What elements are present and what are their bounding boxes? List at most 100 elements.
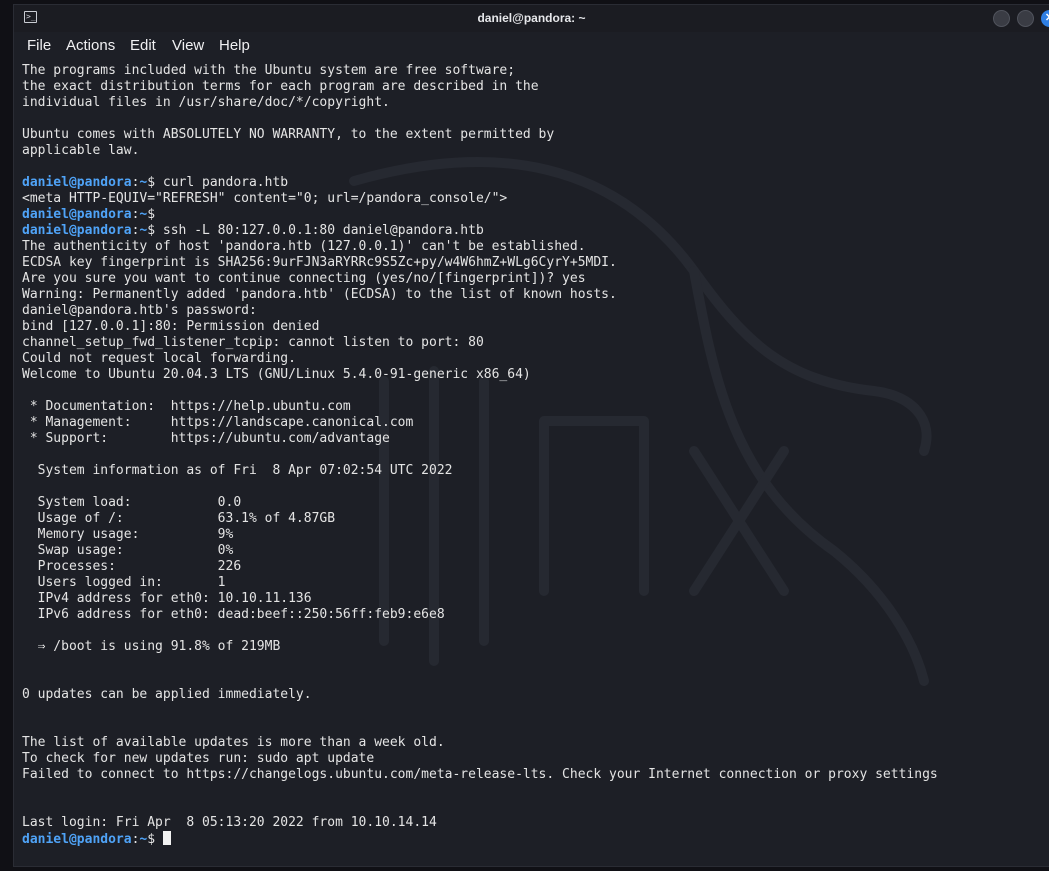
prompt-symbol: $	[147, 207, 156, 222]
text-cursor	[162, 831, 171, 845]
output-line: Users logged in: 1	[22, 575, 938, 591]
output-text: Swap usage: 0%	[22, 543, 234, 558]
output-line: To check for new updates run: sudo apt u…	[22, 751, 938, 767]
menu-view[interactable]: View	[172, 37, 204, 54]
output-line: channel_setup_fwd_listener_tcpip: cannot…	[22, 335, 938, 351]
maximize-button[interactable]	[1017, 10, 1034, 27]
output-line: Could not request local forwarding.	[22, 351, 938, 367]
output-text: * Support: https://ubuntu.com/advantage	[22, 431, 390, 446]
output-text: <meta HTTP-EQUIV="REFRESH" content="0; u…	[22, 191, 508, 206]
output-line: Last login: Fri Apr 8 05:13:20 2022 from…	[22, 815, 938, 831]
output-text: The authenticity of host 'pandora.htb (1…	[22, 239, 586, 254]
command-text: ssh -L 80:127.0.0.1:80 daniel@pandora.ht…	[155, 223, 484, 238]
output-line: * Management: https://landscape.canonica…	[22, 415, 938, 431]
command-text: curl pandora.htb	[155, 175, 289, 190]
output-line: IPv6 address for eth0: dead:beef::250:56…	[22, 607, 938, 623]
output-text: Warning: Permanently added 'pandora.htb'…	[22, 287, 617, 302]
terminal-text: The programs included with the Ubuntu sy…	[22, 63, 938, 847]
output-line: IPv4 address for eth0: 10.10.11.136	[22, 591, 938, 607]
output-text: the exact distribution terms for each pr…	[22, 79, 539, 94]
output-text: System information as of Fri 8 Apr 07:02…	[22, 463, 453, 478]
output-text: Ubuntu comes with ABSOLUTELY NO WARRANTY…	[22, 127, 555, 142]
prompt-symbol: $	[147, 175, 156, 190]
output-text: System load: 0.0	[22, 495, 242, 510]
menu-actions[interactable]: Actions	[66, 37, 115, 54]
prompt-line: daniel@pandora:~$ curl pandora.htb	[22, 175, 938, 191]
menu-edit[interactable]: Edit	[130, 37, 156, 54]
command-text	[155, 832, 163, 847]
output-line: System load: 0.0	[22, 495, 938, 511]
output-text: Could not request local forwarding.	[22, 351, 296, 366]
prompt-line: daniel@pandora:~$	[22, 831, 938, 847]
output-line: System information as of Fri 8 Apr 07:02…	[22, 463, 938, 479]
prompt-symbol: $	[147, 223, 156, 238]
output-text: To check for new updates run: sudo apt u…	[22, 751, 375, 766]
output-text: bind [127.0.0.1]:80: Permission denied	[22, 319, 320, 334]
output-line: Failed to connect to https://changelogs.…	[22, 767, 938, 783]
terminal-output[interactable]: The programs included with the Ubuntu sy…	[14, 61, 1049, 866]
prompt-symbol: $	[147, 832, 156, 847]
output-line: ⇒ /boot is using 91.8% of 219MB	[22, 639, 938, 655]
output-line: <meta HTTP-EQUIV="REFRESH" content="0; u…	[22, 191, 938, 207]
output-text: * Documentation: https://help.ubuntu.com	[22, 399, 351, 414]
output-text: applicable law.	[22, 143, 140, 158]
output-text: Failed to connect to https://changelogs.…	[22, 767, 938, 782]
output-text: The programs included with the Ubuntu sy…	[22, 63, 516, 78]
output-text: IPv4 address for eth0: 10.10.11.136	[22, 591, 312, 606]
menu-bar: File Actions Edit View Help	[14, 33, 1049, 59]
prompt-line: daniel@pandora:~$ ssh -L 80:127.0.0.1:80…	[22, 223, 938, 239]
output-line: The programs included with the Ubuntu sy…	[22, 63, 938, 79]
output-line: the exact distribution terms for each pr…	[22, 79, 938, 95]
output-text: IPv6 address for eth0: dead:beef::250:56…	[22, 607, 445, 622]
output-text: channel_setup_fwd_listener_tcpip: cannot…	[22, 335, 484, 350]
output-text: daniel@pandora.htb's password:	[22, 303, 257, 318]
output-text: Users logged in: 1	[22, 575, 226, 590]
prompt-user-host: daniel@pandora	[22, 223, 132, 238]
output-text: * Management: https://landscape.canonica…	[22, 415, 414, 430]
output-text: Processes: 226	[22, 559, 242, 574]
output-text: ECDSA key fingerprint is SHA256:9urFJN3a…	[22, 255, 617, 270]
output-text: Memory usage: 9%	[22, 527, 234, 542]
prompt-line: daniel@pandora:~$	[22, 207, 938, 223]
output-line: 0 updates can be applied immediately.	[22, 687, 938, 703]
menu-help[interactable]: Help	[219, 37, 250, 54]
output-line: Usage of /: 63.1% of 4.87GB	[22, 511, 938, 527]
output-text: Last login: Fri Apr 8 05:13:20 2022 from…	[22, 815, 437, 830]
prompt-user-host: daniel@pandora	[22, 832, 132, 847]
output-text: Welcome to Ubuntu 20.04.3 LTS (GNU/Linux…	[22, 367, 531, 382]
output-line: Warning: Permanently added 'pandora.htb'…	[22, 287, 938, 303]
output-line: * Support: https://ubuntu.com/advantage	[22, 431, 938, 447]
output-text: individual files in /usr/share/doc/*/cop…	[22, 95, 390, 110]
output-line: ECDSA key fingerprint is SHA256:9urFJN3a…	[22, 255, 938, 271]
output-line: * Documentation: https://help.ubuntu.com	[22, 399, 938, 415]
output-text: Are you sure you want to continue connec…	[22, 271, 586, 286]
output-line: The list of available updates is more th…	[22, 735, 938, 751]
output-text: Usage of /: 63.1% of 4.87GB	[22, 511, 336, 526]
output-line: Ubuntu comes with ABSOLUTELY NO WARRANTY…	[22, 127, 938, 143]
minimize-button[interactable]	[993, 10, 1010, 27]
output-line: daniel@pandora.htb's password:	[22, 303, 938, 319]
output-line: individual files in /usr/share/doc/*/cop…	[22, 95, 938, 111]
output-line: applicable law.	[22, 143, 938, 159]
title-bar[interactable]: >_ daniel@pandora: ~ ✕	[14, 5, 1049, 32]
output-line: Swap usage: 0%	[22, 543, 938, 559]
output-line: Memory usage: 9%	[22, 527, 938, 543]
prompt-user-host: daniel@pandora	[22, 207, 132, 222]
output-line: Processes: 226	[22, 559, 938, 575]
output-text: 0 updates can be applied immediately.	[22, 687, 312, 702]
output-text: ⇒ /boot is using 91.8% of 219MB	[22, 639, 281, 654]
output-text: The list of available updates is more th…	[22, 735, 445, 750]
menu-file[interactable]: File	[27, 37, 51, 54]
